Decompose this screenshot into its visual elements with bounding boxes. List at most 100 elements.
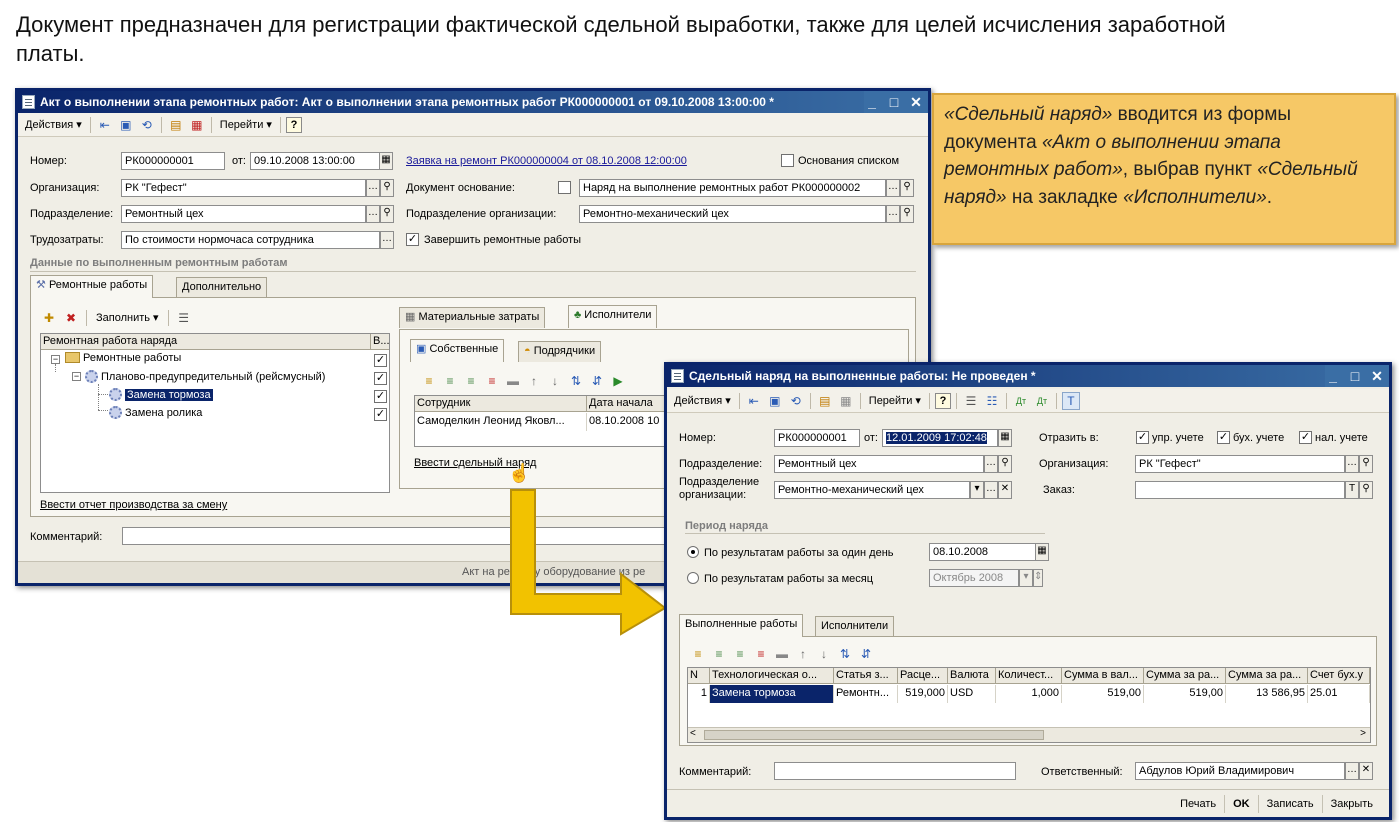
- dropdown-icon[interactable]: ▾: [1019, 569, 1033, 587]
- period-month-radio[interactable]: [687, 572, 699, 584]
- grid-header-cell[interactable]: Сумма за ра...: [1226, 668, 1308, 684]
- tab-repair-works[interactable]: ⚒ Ремонтные работы: [30, 275, 154, 298]
- close-icon[interactable]: ✕: [1369, 365, 1385, 387]
- cell-employee[interactable]: Самоделкин Леонид Яковл...: [415, 413, 587, 431]
- sort-asc-icon[interactable]: ⇅: [567, 372, 585, 390]
- play-icon[interactable]: ▶: [609, 372, 627, 390]
- tab-own[interactable]: ▣ Собственные: [410, 339, 505, 362]
- grid-header-cell[interactable]: Расце...: [898, 668, 948, 684]
- grid-header-cell[interactable]: Сумма за ра...: [1144, 668, 1226, 684]
- tree-item[interactable]: Планово-предупредительный (рейсмусный): [85, 370, 325, 383]
- print-button[interactable]: Печать: [1172, 795, 1224, 813]
- day-date-field[interactable]: 08.10.2008: [929, 543, 1037, 561]
- open-icon[interactable]: ⚲: [380, 179, 394, 197]
- calendar-icon[interactable]: ▦: [1035, 543, 1049, 561]
- select-button[interactable]: …: [984, 481, 998, 499]
- dept-field[interactable]: Ремонтный цех: [774, 455, 984, 473]
- tab-executors[interactable]: ♣ Исполнители: [568, 305, 658, 328]
- copy-icon[interactable]: ≡: [462, 372, 480, 390]
- delete-icon[interactable]: ≡: [483, 372, 501, 390]
- post-icon[interactable]: ⇤: [745, 392, 763, 410]
- tree-item-selected[interactable]: Замена тормоза: [109, 388, 213, 401]
- grid-header-cell[interactable]: Сумма в вал...: [1062, 668, 1144, 684]
- open-icon[interactable]: ⚲: [900, 179, 914, 197]
- dept-field[interactable]: Ремонтный цех: [121, 205, 366, 223]
- done-checkbox[interactable]: ✓: [374, 408, 387, 421]
- add-child-icon[interactable]: ≡: [441, 372, 459, 390]
- grid-cell[interactable]: 519,000: [898, 685, 948, 703]
- clear-icon[interactable]: ✕: [1359, 762, 1373, 780]
- save-button[interactable]: Записать: [1257, 795, 1322, 813]
- post-icon[interactable]: ⇤: [96, 116, 114, 134]
- collapse-icon[interactable]: −: [51, 355, 60, 364]
- labor-field[interactable]: По стоимости нормочаса сотрудника: [121, 231, 380, 249]
- tax-accounting-checkbox[interactable]: ✓: [1299, 431, 1312, 444]
- tab-executors[interactable]: Исполнители: [815, 616, 895, 637]
- finish-checkbox[interactable]: ✓: [406, 233, 419, 246]
- copy-icon[interactable]: ≡: [731, 645, 749, 663]
- open-icon[interactable]: ⚲: [1359, 455, 1373, 473]
- grid-cell[interactable]: 13 586,95: [1226, 685, 1308, 703]
- help-icon[interactable]: ?: [934, 392, 951, 409]
- base-doc-checkbox[interactable]: [558, 181, 571, 194]
- close-icon[interactable]: ✕: [908, 91, 924, 113]
- structure-icon[interactable]: ▤: [167, 116, 185, 134]
- grid-header-cell[interactable]: Технологическая о...: [710, 668, 834, 684]
- refresh-icon[interactable]: ⟲: [787, 392, 805, 410]
- collapse-icon[interactable]: −: [72, 372, 81, 381]
- calc-icon[interactable]: ▣: [117, 116, 135, 134]
- grid-header-cell[interactable]: Количест...: [996, 668, 1062, 684]
- columns-icon[interactable]: ☰: [962, 392, 980, 410]
- open-icon[interactable]: ⚲: [998, 455, 1012, 473]
- org-dept-field[interactable]: Ремонтно-механический цех: [579, 205, 886, 223]
- maximize-icon[interactable]: □: [1347, 365, 1363, 387]
- grid-header-cell[interactable]: Счет бух.у: [1308, 668, 1370, 684]
- edit-icon[interactable]: ▬: [773, 645, 791, 663]
- period-day-radio[interactable]: [687, 546, 699, 558]
- fill-menu[interactable]: Заполнить ▾: [93, 309, 162, 327]
- horizontal-scrollbar[interactable]: < >: [688, 727, 1370, 742]
- list-settings-icon[interactable]: ☷: [983, 392, 1001, 410]
- add-icon[interactable]: ≡: [689, 645, 707, 663]
- select-button[interactable]: …: [366, 179, 380, 197]
- tax-debit-credit-icon[interactable]: Дт: [1033, 392, 1051, 410]
- cell-start-date[interactable]: 08.10.2008 10: [587, 413, 673, 431]
- tab-material-costs[interactable]: ▦ Материальные затраты: [399, 307, 546, 328]
- responsible-field[interactable]: Абдулов Юрий Владимирович: [1135, 762, 1345, 780]
- base-list-checkbox[interactable]: [781, 154, 794, 167]
- minimize-icon[interactable]: _: [864, 91, 880, 113]
- delete-icon[interactable]: ≡: [752, 645, 770, 663]
- grid-cell[interactable]: 1: [688, 685, 710, 703]
- move-up-icon[interactable]: ↑: [525, 372, 543, 390]
- refresh-icon[interactable]: ⟲: [138, 116, 156, 134]
- calendar-icon[interactable]: ▦: [379, 152, 393, 170]
- move-down-icon[interactable]: ↓: [815, 645, 833, 663]
- select-button[interactable]: …: [380, 231, 394, 249]
- grid-header-cell[interactable]: N: [688, 668, 710, 684]
- date-field[interactable]: 12.01.2009 17:02:48: [882, 429, 998, 447]
- open-icon[interactable]: ⚲: [1359, 481, 1373, 499]
- done-checkbox[interactable]: ✓: [374, 372, 387, 385]
- add-child-icon[interactable]: ≡: [710, 645, 728, 663]
- move-down-icon[interactable]: ↓: [546, 372, 564, 390]
- tab-contractors[interactable]: ◓ Подрядчики: [518, 341, 602, 362]
- goto-menu[interactable]: Перейти ▾: [217, 116, 275, 134]
- select-button[interactable]: …: [366, 205, 380, 223]
- actions-menu[interactable]: Действия ▾: [671, 392, 734, 410]
- select-button[interactable]: …: [886, 205, 900, 223]
- org-dept-field[interactable]: Ремонтно-механический цех: [774, 481, 970, 499]
- number-field[interactable]: РК000000001: [774, 429, 860, 447]
- add-icon[interactable]: ✚: [40, 309, 58, 327]
- tab-additional[interactable]: Дополнительно: [176, 277, 268, 298]
- select-button[interactable]: …: [1345, 455, 1359, 473]
- list-icon[interactable]: ☰: [175, 309, 193, 327]
- grid-cell[interactable]: 519,00: [1144, 685, 1226, 703]
- sort-desc-icon[interactable]: ⇵: [588, 372, 606, 390]
- tree-item[interactable]: Замена ролика: [109, 406, 202, 419]
- move-up-icon[interactable]: ↑: [794, 645, 812, 663]
- sort-desc-icon[interactable]: ⇵: [857, 645, 875, 663]
- bookkeeping-checkbox[interactable]: ✓: [1217, 431, 1230, 444]
- add-icon[interactable]: ≡: [420, 372, 438, 390]
- grid-cell[interactable]: Ремонтн...: [834, 685, 898, 703]
- date-field[interactable]: 09.10.2008 13:00:00: [250, 152, 380, 170]
